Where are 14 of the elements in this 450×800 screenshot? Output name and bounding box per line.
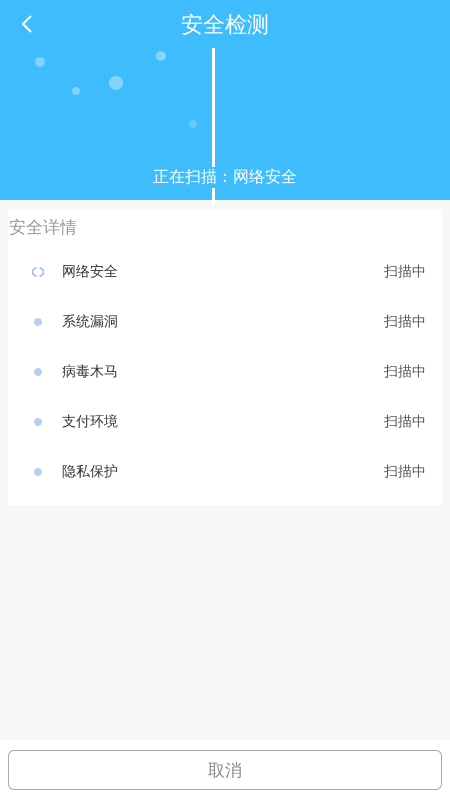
item-name: 系统漏洞 [62,313,119,331]
item-name: 隐私保护 [62,463,119,481]
cancel-button[interactable]: 取消 [8,750,442,790]
item-status: 扫描中 [384,363,426,381]
item-status: 扫描中 [384,263,426,281]
item-status: 扫描中 [384,463,426,481]
item-status: 扫描中 [384,313,426,331]
scan-status: 正在扫描：网络安全 [151,167,299,188]
item-status: 扫描中 [384,413,426,431]
item-name: 病毒木马 [62,363,119,381]
section-title: 安全详情 [9,217,77,239]
page-title: 安全检测 [181,12,269,40]
item-name: 网络安全 [62,263,119,281]
item-name: 支付环境 [62,413,119,431]
